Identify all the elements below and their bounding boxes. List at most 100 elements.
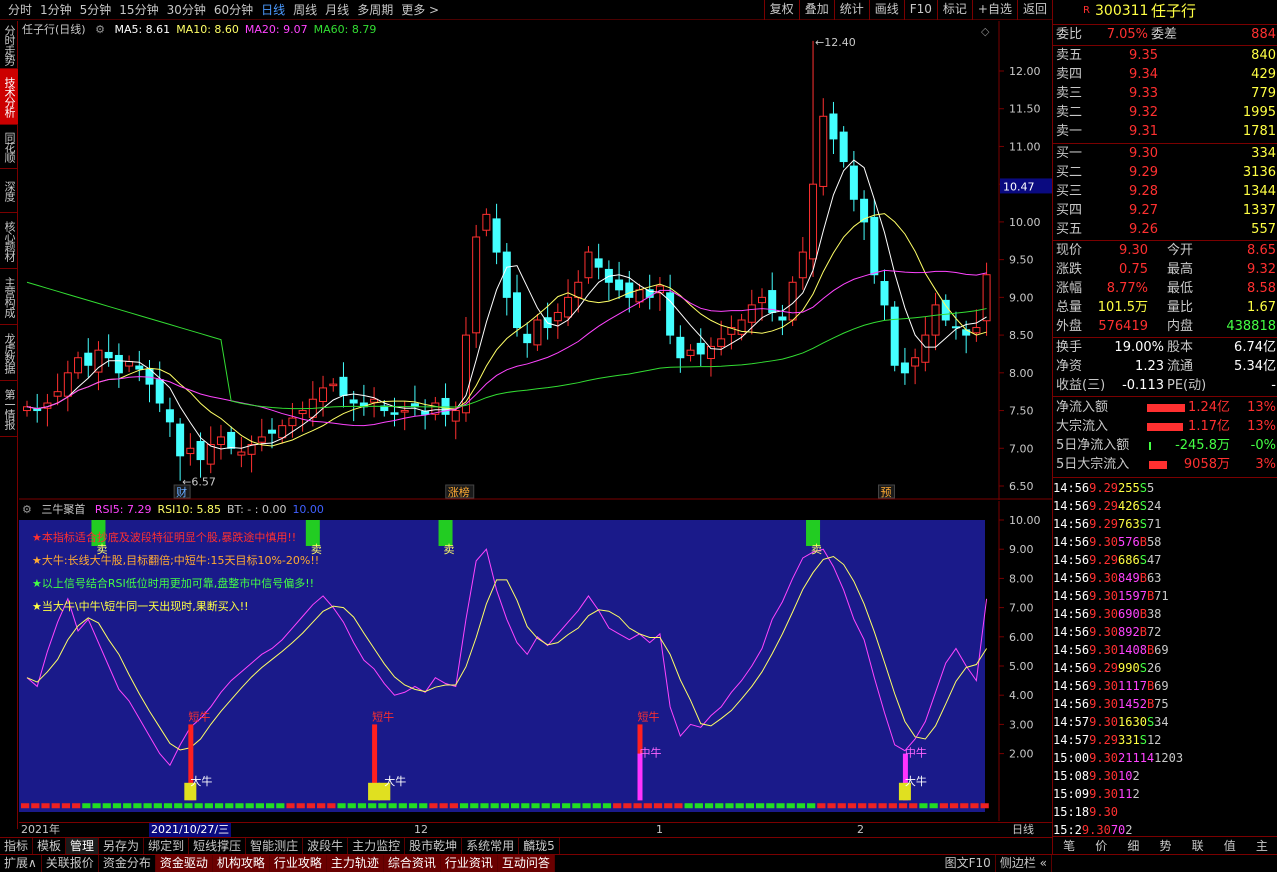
ask-price: 9.32 xyxy=(1129,105,1158,120)
tick-footer-tab[interactable]: 主 xyxy=(1256,837,1268,854)
tick-count: 71 xyxy=(1154,589,1169,603)
tick-volume: 892 xyxy=(1118,625,1140,639)
kline-chart[interactable]: 12.0011.5011.0010.5010.009.509.008.508.0… xyxy=(19,21,1052,500)
bottom-right-tab[interactable]: 侧边栏 « xyxy=(996,855,1052,872)
period-tab[interactable]: 60分钟 xyxy=(210,1,257,18)
tick-volume: 10 xyxy=(1118,769,1133,783)
bottom-tab[interactable]: 主力轨迹 xyxy=(326,855,384,872)
indicator-tab[interactable]: 模板 xyxy=(33,838,67,854)
left-tab[interactable]: 第一情报 xyxy=(0,381,18,437)
indicator-tab[interactable]: 绑定到 xyxy=(144,838,190,854)
event-tag[interactable]: 涨榜 xyxy=(448,485,470,499)
indicator-tab[interactable]: 主力监控 xyxy=(348,838,406,854)
tick-footer-tab[interactable]: 细 xyxy=(1127,837,1139,854)
diamond-icon[interactable]: ◇ xyxy=(981,25,990,38)
indicator-tab[interactable]: 波段牛 xyxy=(303,838,349,854)
tool-button[interactable]: 叠加 xyxy=(798,0,834,20)
tool-button[interactable]: 返回 xyxy=(1016,0,1052,20)
left-tab[interactable]: 分时走势 xyxy=(0,21,18,69)
left-tab[interactable]: 核心题材 xyxy=(0,213,18,269)
ask-label: 卖一 xyxy=(1056,124,1083,139)
flow-percent: 13% xyxy=(1247,400,1276,415)
period-indicator: 日线 xyxy=(1012,823,1034,836)
period-tab[interactable]: 15分钟 xyxy=(115,1,162,18)
indicator-tabs: 指标 模板 管理 另存为 绑定到 短线撑压 智能测庄 波段牛 主力监控 股市乾坤 系统常用 麟珑5 xyxy=(0,837,1052,854)
bottom-tab[interactable]: 综合资讯 xyxy=(383,855,441,872)
tick-count: 26 xyxy=(1146,661,1162,675)
indicator-y-tick: 10.00 xyxy=(1009,514,1041,527)
label: 总量 xyxy=(1056,300,1083,315)
bottom-tab[interactable]: 互动问答 xyxy=(497,855,555,872)
bottom-tab[interactable]: 资金分布 xyxy=(99,855,156,872)
tick-footer-tab[interactable]: 价 xyxy=(1095,837,1107,854)
bottom-right-tab[interactable]: 图文F10 xyxy=(941,855,996,872)
tick-time: 14:56 xyxy=(1053,607,1090,621)
stock-flag: R xyxy=(1083,5,1090,16)
label: 换手 xyxy=(1056,340,1083,355)
tick-count: 71 xyxy=(1146,517,1162,531)
tick-price: 9.29 xyxy=(1089,661,1119,675)
tick-footer-tab[interactable]: 笔 xyxy=(1063,837,1075,854)
period-tab[interactable]: 多周期 xyxy=(353,1,397,18)
indicator-tab[interactable]: 另存为 xyxy=(99,838,145,854)
indicator-tab[interactable]: 股市乾坤 xyxy=(405,838,463,854)
indicator-tab[interactable]: 智能测庄 xyxy=(246,838,304,854)
tick-time: 14:57 xyxy=(1053,715,1090,729)
tool-button[interactable]: 复权 xyxy=(763,0,799,20)
left-tab[interactable]: 深度F9 xyxy=(0,169,18,213)
tool-button[interactable]: F10 xyxy=(903,0,937,20)
event-tag[interactable]: 预 xyxy=(881,486,892,499)
event-tag[interactable]: 财 xyxy=(176,485,187,499)
left-tab[interactable]: 主营构成 xyxy=(0,269,18,325)
quote-row: 换手 19.00% 股本 6.74亿 xyxy=(1053,339,1277,357)
bottom-tab[interactable]: 行业资讯 xyxy=(440,855,498,872)
indicator-note: ★以上信号结合RSI低位时用更加可靠,盘整市中信号偏多!! xyxy=(32,577,315,590)
tick-count: 1203 xyxy=(1154,751,1184,765)
period-tab[interactable]: 周线 xyxy=(289,1,321,18)
flow-percent: 13% xyxy=(1247,419,1276,434)
indicator-tab[interactable]: 系统常用 xyxy=(462,838,520,854)
settings-gear-icon[interactable]: ⚙ xyxy=(22,503,32,516)
y-tick-label: 9.50 xyxy=(1009,254,1034,267)
high-price-label: ←12.40 xyxy=(815,36,856,49)
indicator-tab[interactable]: 指标 xyxy=(0,838,34,854)
indicator-tab[interactable]: 短线撑压 xyxy=(189,838,247,854)
bottom-tab[interactable]: 关联报价 xyxy=(42,855,99,872)
tick-footer-tab[interactable]: 势 xyxy=(1159,837,1171,854)
period-tab[interactable]: 5分钟 xyxy=(76,1,116,18)
settings-gear-icon[interactable]: ⚙ xyxy=(95,23,105,36)
ask-label: 卖五 xyxy=(1056,48,1083,63)
left-tab[interactable]: 技术分析 xyxy=(0,69,18,125)
tool-button[interactable]: 标记 xyxy=(936,0,972,20)
quote-row: 买一 9.30 334 xyxy=(1053,145,1277,163)
candle xyxy=(472,224,481,348)
bottom-tab[interactable]: 机构攻略 xyxy=(212,855,270,872)
period-tab[interactable]: 30分钟 xyxy=(163,1,210,18)
left-tab[interactable]: 龙虎数据 xyxy=(0,325,18,381)
bottom-tab[interactable]: 扩展∧ xyxy=(0,855,42,872)
ask-volume: 1781 xyxy=(1242,124,1276,139)
value: 1.67 xyxy=(1247,300,1276,315)
indicator-tab[interactable]: 管理 xyxy=(66,838,100,854)
period-tab[interactable]: 1分钟 xyxy=(36,1,76,18)
tick-price: 9.30 xyxy=(1089,607,1119,621)
tick-price: 9.30 xyxy=(1089,769,1119,783)
period-tab[interactable]: 更多 > xyxy=(397,1,443,18)
tick-volume: 1597 xyxy=(1118,589,1147,603)
tool-button[interactable]: 统计 xyxy=(833,0,869,20)
tick-time: 15:09 xyxy=(1053,787,1090,801)
tick-row: 14:569.29426S24 xyxy=(1053,497,1277,515)
period-tab[interactable]: 日线 xyxy=(257,1,289,18)
left-tab[interactable]: 同花顺 xyxy=(0,125,18,169)
tick-footer-tab[interactable]: 联 xyxy=(1192,837,1204,854)
indicator-tab[interactable]: 麟珑5 xyxy=(519,838,560,854)
bottom-tab[interactable]: 行业攻略 xyxy=(269,855,327,872)
bottom-tab[interactable]: 资金驱动 xyxy=(155,855,213,872)
tick-side: B xyxy=(1139,607,1147,621)
tool-button[interactable]: +自选 xyxy=(971,0,1017,20)
indicator-y-tick: 6.00 xyxy=(1009,631,1034,644)
period-tab[interactable]: 分时 xyxy=(4,1,36,18)
tool-button[interactable]: 画线 xyxy=(868,0,904,20)
period-tab[interactable]: 月线 xyxy=(321,1,353,18)
tick-footer-tab[interactable]: 值 xyxy=(1224,837,1236,854)
